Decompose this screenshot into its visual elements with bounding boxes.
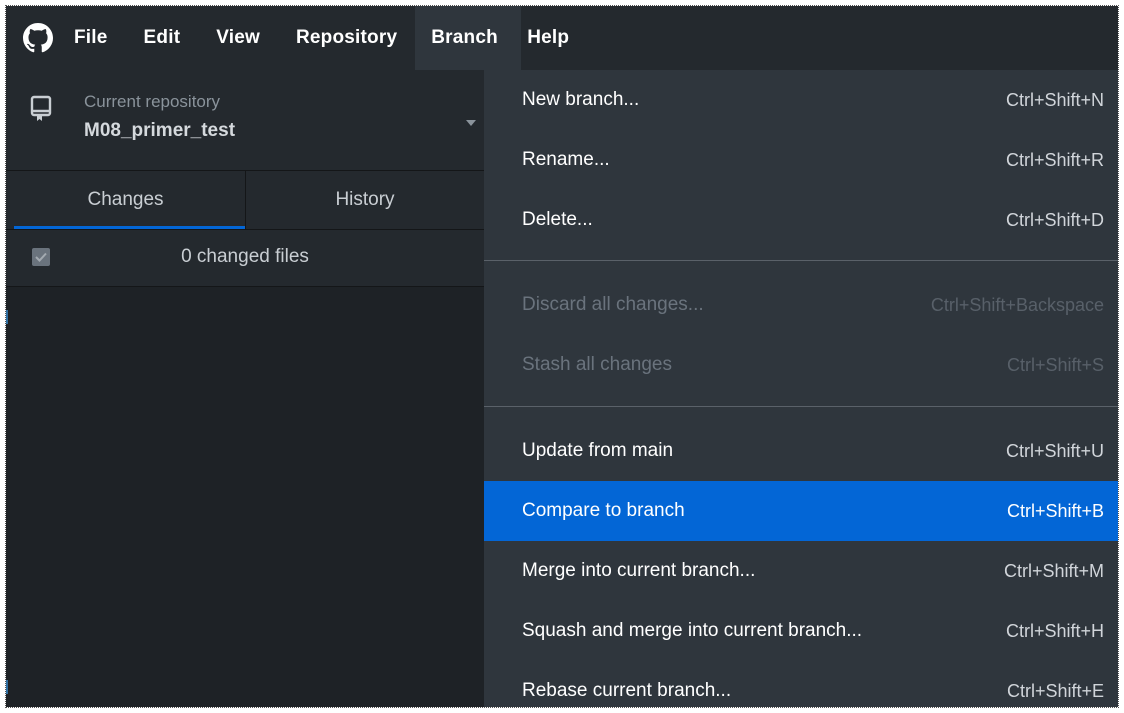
menu-item-label: Delete...: [522, 209, 593, 230]
menu-item-shortcut: Ctrl+Shift+Backspace: [930, 294, 1104, 315]
current-repository-label: Current repository: [84, 92, 221, 111]
menu-item-label: Discard all changes...: [522, 294, 704, 315]
menu-item-label: Update from main: [522, 440, 674, 461]
menu-branch[interactable]: Branch: [415, 6, 522, 70]
menu-item-shortcut: Ctrl+Shift+U: [1005, 440, 1104, 461]
menu-repository[interactable]: Repository: [278, 6, 415, 70]
current-repository-selector[interactable]: Current repository M08_primer_test: [6, 70, 484, 171]
splitter-marker: [6, 680, 8, 694]
menu-item-label: New branch...: [522, 89, 640, 110]
splitter-marker: [6, 310, 8, 324]
menu-separator: [484, 406, 1118, 407]
menu-item-shortcut: Ctrl+Shift+B: [1006, 500, 1104, 521]
menu-item-rebase-current-branch[interactable]: Rebase current branch... Ctrl+Shift+E: [484, 661, 1118, 707]
changes-header: 0 changed files: [6, 230, 484, 287]
menu-item-stash-all-changes[interactable]: Stash all changes Ctrl+Shift+S: [484, 335, 1118, 395]
menu-item-shortcut: Ctrl+Shift+R: [1005, 149, 1104, 170]
menu-item-shortcut: Ctrl+Shift+S: [1006, 354, 1104, 375]
github-logo-icon: [6, 6, 70, 70]
menubar: File Edit View Repository Branch Help: [6, 6, 1118, 70]
menu-item-new-branch[interactable]: New branch... Ctrl+Shift+N: [484, 70, 1118, 130]
left-pane: Current repository M08_primer_test Chang…: [6, 70, 484, 707]
menu-item-shortcut: Ctrl+Shift+H: [1005, 620, 1104, 641]
menu-item-label: Compare to branch: [522, 500, 685, 521]
menu-view[interactable]: View: [198, 6, 278, 70]
tab-bar: Changes History: [6, 171, 484, 230]
menu-item-rename[interactable]: Rename... Ctrl+Shift+R: [484, 130, 1118, 190]
menu-file[interactable]: File: [70, 6, 126, 70]
menu-separator: [484, 260, 1118, 261]
menu-item-label: Squash and merge into current branch...: [522, 620, 863, 641]
menu-item-delete[interactable]: Delete... Ctrl+Shift+D: [484, 190, 1118, 250]
menu-item-label: Merge into current branch...: [522, 560, 756, 581]
tab-history[interactable]: History: [245, 171, 484, 229]
menu-item-shortcut: Ctrl+Shift+N: [1005, 89, 1104, 110]
menu-help[interactable]: Help: [521, 6, 587, 70]
menu-item-shortcut: Ctrl+Shift+E: [1006, 680, 1104, 701]
menu-item-discard-all-changes[interactable]: Discard all changes... Ctrl+Shift+Backsp…: [484, 275, 1118, 335]
menu-item-squash-and-merge[interactable]: Squash and merge into current branch... …: [484, 601, 1118, 661]
branch-menu: New branch... Ctrl+Shift+N Rename... Ctr…: [484, 70, 1118, 707]
app-window: File Edit View Repository Branch Help Cu…: [5, 5, 1119, 708]
repository-icon: [30, 94, 52, 124]
menu-item-label: Stash all changes: [522, 354, 672, 375]
menu-item-update-from-main[interactable]: Update from main Ctrl+Shift+U: [484, 421, 1118, 481]
menu-item-merge-into-current-branch[interactable]: Merge into current branch... Ctrl+Shift+…: [484, 541, 1118, 601]
chevron-down-icon: [466, 120, 476, 126]
menu-edit[interactable]: Edit: [126, 6, 199, 70]
tab-changes[interactable]: Changes: [6, 171, 245, 229]
menu-item-shortcut: Ctrl+Shift+M: [1003, 560, 1104, 581]
menu-item-label: Rebase current branch...: [522, 680, 732, 701]
menu-item-label: Rename...: [522, 149, 610, 170]
current-repository-name: M08_primer_test: [84, 120, 236, 141]
menu-item-shortcut: Ctrl+Shift+D: [1005, 209, 1104, 230]
changed-files-count: 0 changed files: [181, 246, 309, 267]
menu-item-compare-to-branch[interactable]: Compare to branch Ctrl+Shift+B: [484, 481, 1118, 541]
